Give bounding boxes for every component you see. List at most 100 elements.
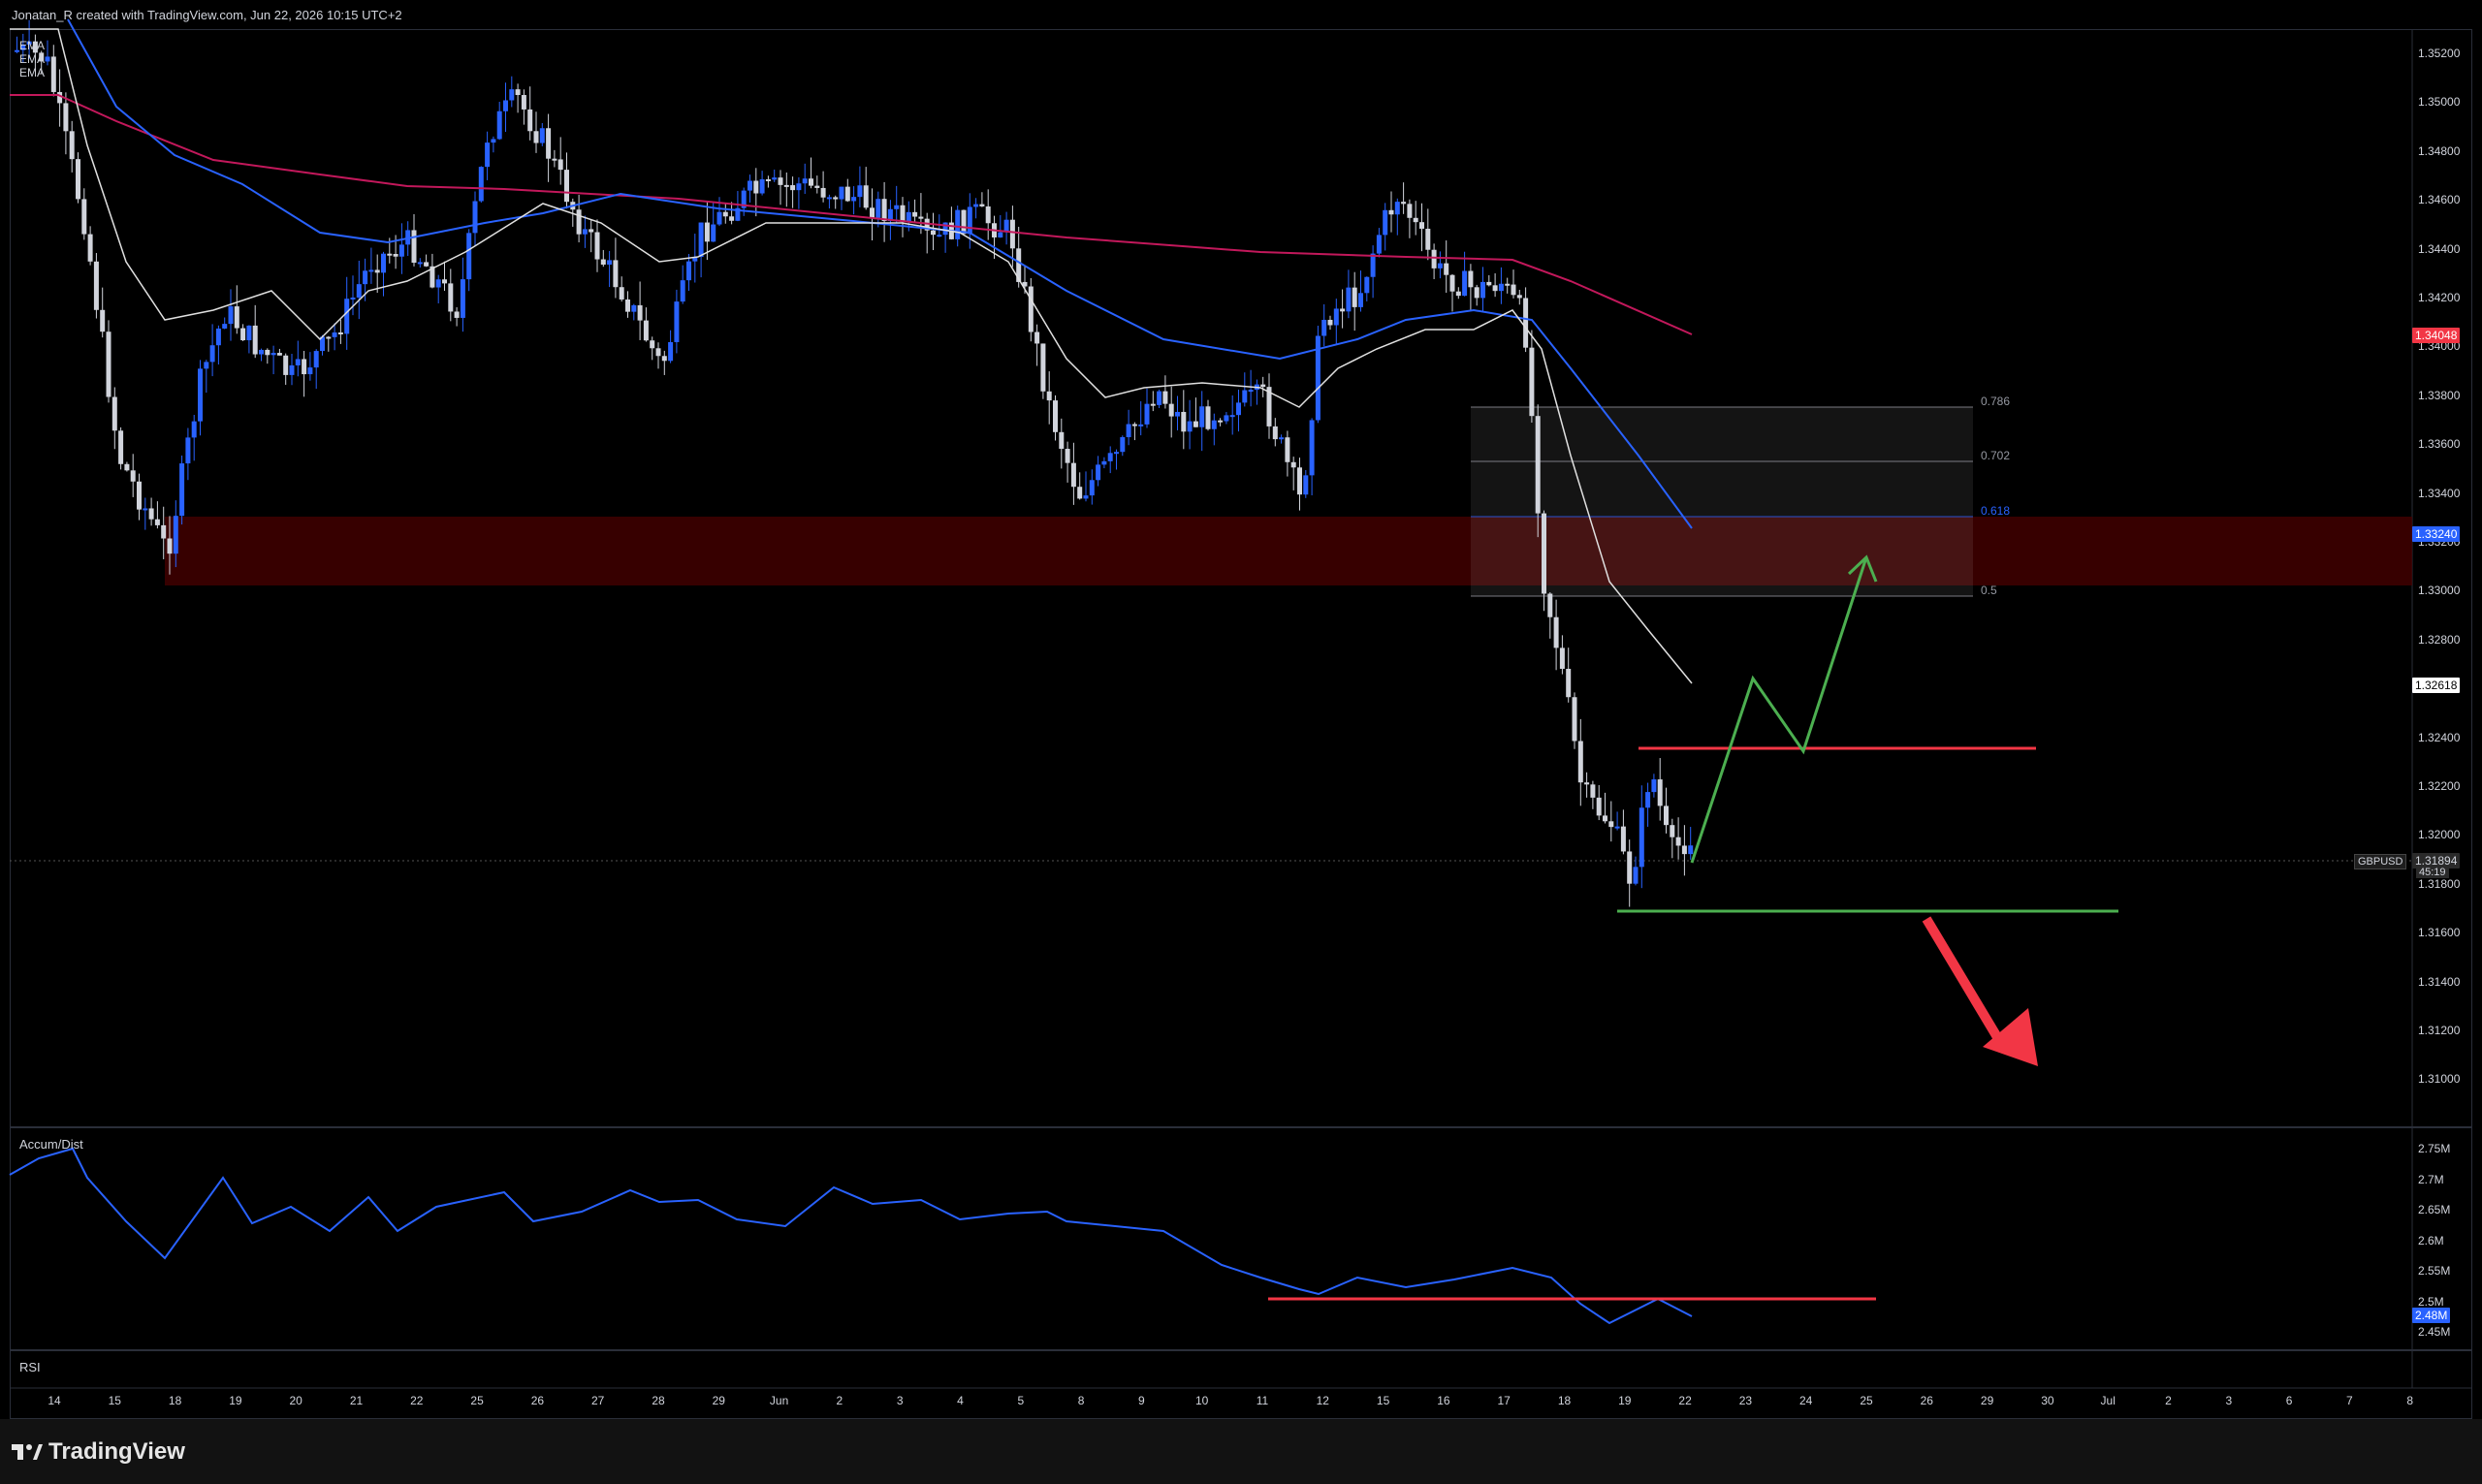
candle-body — [57, 91, 63, 104]
candle-body — [167, 538, 173, 554]
candle-body — [69, 131, 75, 160]
candle-body — [1059, 431, 1065, 450]
candle-body — [1639, 807, 1644, 868]
candle-body — [1352, 287, 1357, 307]
candle-body — [283, 355, 289, 375]
candle-body — [276, 353, 282, 356]
candle-body — [1657, 779, 1663, 806]
candle-body — [863, 185, 869, 208]
rsi-title[interactable]: RSI — [19, 1360, 41, 1374]
candle-body — [839, 186, 844, 200]
candle-body — [900, 205, 906, 223]
candle-body — [1633, 867, 1639, 884]
candle-body — [344, 299, 350, 334]
time-tick-label: 25 — [470, 1394, 484, 1407]
candle-body — [1279, 437, 1285, 440]
price-tick-label: 1.33800 — [2418, 388, 2461, 402]
candle-body — [814, 185, 820, 188]
time-tick-label: 15 — [108, 1394, 121, 1407]
candle-body — [1053, 400, 1058, 432]
candle-body — [363, 270, 368, 285]
tradingview-logo[interactable]: TradingView — [12, 1438, 185, 1466]
candle-body — [1321, 319, 1327, 336]
candle-body — [637, 304, 643, 321]
candle-body — [1144, 403, 1150, 425]
candle-body — [826, 197, 832, 200]
time-tick-label: 27 — [591, 1394, 605, 1407]
candle-body — [668, 341, 674, 362]
time-tick-label: 14 — [48, 1394, 61, 1407]
candle-body — [716, 211, 722, 225]
ema-legend-3[interactable]: EMA — [19, 66, 45, 79]
candle-body — [661, 356, 667, 362]
candle-body — [1407, 204, 1413, 218]
candle-body — [906, 211, 911, 223]
time-tick-label: 22 — [410, 1394, 424, 1407]
candle-body — [765, 178, 771, 181]
candle-body — [424, 262, 430, 267]
candle-body — [1437, 263, 1443, 268]
candle-body — [485, 142, 491, 168]
candle-body — [655, 348, 661, 357]
candle-body — [1577, 741, 1583, 783]
candle-body — [1205, 406, 1211, 429]
candle-body — [417, 262, 423, 265]
candle-body — [1364, 276, 1370, 294]
candle-body — [1327, 319, 1333, 326]
candle-body — [1468, 270, 1474, 288]
candle-body — [442, 279, 447, 284]
candle-body — [844, 186, 850, 202]
price-tick-label: 1.31800 — [2418, 876, 2461, 891]
footer-bar — [0, 1419, 2482, 1484]
candle-body — [1542, 513, 1546, 594]
price-chart[interactable]: 0.786 0.702 0.618 0.5 — [0, 0, 2482, 1484]
candle-body — [1462, 270, 1468, 297]
tradingview-logo-icon — [12, 1442, 43, 1462]
candle-body — [81, 199, 87, 235]
accum-dist-title[interactable]: Accum/Dist — [19, 1137, 83, 1152]
time-tick-label: 25 — [1860, 1394, 1873, 1407]
candle-body — [961, 209, 967, 235]
price-badge: 1.34048 — [2412, 328, 2461, 343]
time-tick-label: 11 — [1256, 1394, 1269, 1407]
ema-legend-2[interactable]: EMA — [19, 52, 45, 66]
candle-body — [851, 197, 857, 202]
candle-body — [76, 159, 80, 200]
candle-body — [698, 222, 704, 258]
ema-legend-1[interactable]: EMA — [19, 39, 45, 52]
candle-body — [1034, 332, 1040, 344]
time-tick-label: 22 — [1678, 1394, 1692, 1407]
candle-body — [1651, 779, 1657, 793]
candle-body — [246, 325, 252, 341]
candle-body — [1290, 461, 1296, 468]
candle-body — [1547, 593, 1553, 617]
candle-body — [198, 368, 203, 422]
candle-body — [137, 481, 142, 510]
candle-body — [1620, 826, 1626, 852]
candle-body — [600, 259, 606, 266]
price-tick-label: 1.31400 — [2418, 974, 2461, 989]
candle-body — [576, 209, 582, 235]
candle-body — [411, 230, 417, 264]
candle-body — [111, 396, 117, 431]
price-tick-label: 1.35000 — [2418, 95, 2461, 110]
time-tick-label: 19 — [229, 1394, 242, 1407]
accum-dist-tick-label: 2.7M — [2418, 1172, 2444, 1186]
accum-dist-tick-label: 2.75M — [2418, 1142, 2451, 1155]
candle-body — [209, 345, 215, 363]
candle-body — [1664, 805, 1669, 826]
price-tick-label: 1.34800 — [2418, 143, 2461, 158]
candle-body — [1089, 480, 1095, 496]
bar-countdown: 45:19 — [2416, 867, 2449, 878]
time-tick-label: 4 — [957, 1394, 964, 1407]
candle-body — [1523, 298, 1529, 348]
candle-body — [435, 279, 441, 288]
candle-body — [1449, 274, 1455, 292]
candle-body — [1444, 263, 1449, 275]
candle-body — [1584, 782, 1590, 785]
price-tick-label: 1.32000 — [2418, 828, 2461, 842]
candle-body — [985, 205, 991, 224]
candle-body — [1224, 415, 1229, 422]
candle-body — [1553, 616, 1559, 648]
candle-body — [631, 304, 637, 312]
